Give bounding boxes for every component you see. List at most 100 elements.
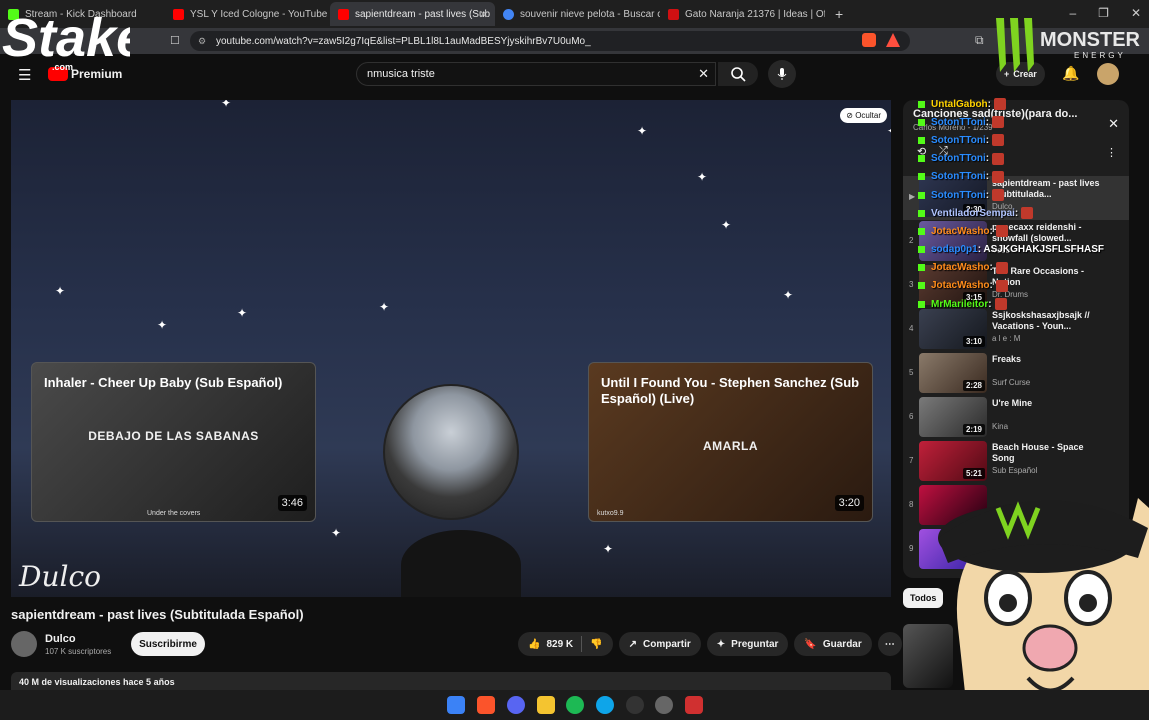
- chat-message: MrMarileitor:: [918, 295, 1118, 313]
- kick-badge-icon: [918, 173, 925, 181]
- description-box[interactable]: 40 M de visualizaciones hace 5 años: [11, 672, 891, 690]
- endcard-video-1[interactable]: Inhaler - Cheer Up Baby (Sub Español) DE…: [31, 362, 316, 522]
- windows-start-icon[interactable]: [447, 696, 465, 714]
- tab-label: Gato Naranja 21376 | Ideas | Oficial L: [685, 8, 825, 20]
- edge-icon[interactable]: [596, 696, 614, 714]
- subscribe-button[interactable]: Suscribirme: [131, 632, 205, 656]
- chat-username: UntalGaboh: [931, 98, 988, 110]
- chat-text: :: [987, 98, 992, 110]
- star-decoration: ✦: [721, 218, 732, 232]
- browser-tab-bar: Stream - Kick Dashboard YSL Y Iced Colog…: [0, 0, 1149, 28]
- emote-icon: [995, 279, 1008, 292]
- emote-icon: [1021, 207, 1034, 220]
- extensions-icon[interactable]: ⧉: [975, 33, 984, 48]
- obs-icon[interactable]: [626, 696, 644, 714]
- channel-info: Dulco 107 K suscriptores: [11, 631, 111, 657]
- channel-watermark[interactable]: Dulco: [19, 560, 101, 593]
- playlist-item-title: Beach House - Space Song: [992, 442, 1084, 463]
- like-button[interactable]: 👍 829 K 👎: [518, 632, 613, 656]
- playlist-item[interactable]: 5 2:28 Freaks Surf Curse: [903, 352, 1129, 396]
- chat-text: :: [985, 153, 990, 165]
- divider: [581, 636, 583, 652]
- kick-badge-icon: [918, 246, 925, 254]
- chat-message: JotacWasho:: [918, 259, 1118, 277]
- monster-energy-logo: MONSTER ENERGY: [996, 18, 1141, 72]
- chat-text: :: [989, 262, 993, 274]
- thumbs-down-icon[interactable]: 👎: [590, 639, 602, 650]
- chat-message: SotonTToni:: [918, 186, 1118, 204]
- tab-label: YSL Y Iced Cologne - YouTube: [190, 8, 328, 20]
- brave-shield-icon[interactable]: [862, 33, 876, 47]
- monster-logo-text: MONSTER: [1040, 29, 1141, 51]
- emote-icon: [992, 170, 1005, 183]
- kick-badge-icon: [918, 191, 925, 199]
- kick-badge-icon: [918, 227, 925, 235]
- kick-badge-icon: [918, 136, 925, 144]
- playlist-item[interactable]: 4 3:10 Ssjkoskshasaxjbsajk // Vacations …: [903, 308, 1129, 352]
- channel-name[interactable]: Dulco: [45, 633, 111, 645]
- stream-chat-overlay: UntalGaboh: SotonTToni: SotonTToni: Soto…: [918, 95, 1118, 313]
- file-explorer-icon[interactable]: [537, 696, 555, 714]
- spotify-icon[interactable]: [566, 696, 584, 714]
- tab-lego-ideas[interactable]: Gato Naranja 21376 | Ideas | Oficial L: [660, 2, 825, 26]
- tab-sapientdream[interactable]: sapientdream - past lives (Sub ✕: [330, 2, 495, 26]
- playlist-index: 6: [909, 412, 914, 421]
- share-label: Compartir: [642, 638, 691, 650]
- valorant-icon[interactable]: [685, 696, 703, 714]
- tab-label: souvenir nieve pelota - Buscar con G: [520, 8, 660, 20]
- chat-message: SotonTToni:: [918, 131, 1118, 149]
- search-input[interactable]: nmusica triste ✕: [356, 62, 716, 86]
- chat-message: SotonTToni:: [918, 113, 1118, 131]
- save-label: Guardar: [822, 638, 862, 650]
- tab-google-search[interactable]: souvenir nieve pelota - Buscar con G: [495, 2, 660, 26]
- hide-endscreen-button[interactable]: ⊘ Ocultar: [840, 108, 887, 123]
- view-count-date: 40 M de visualizaciones hace 5 años: [19, 677, 175, 687]
- chat-text: : ASJKGHAKJSFLSFHASF: [977, 244, 1104, 256]
- playlist-thumbnail: 2:19: [919, 397, 987, 437]
- ask-label: Preguntar: [731, 638, 779, 650]
- tab-ysl-youtube[interactable]: YSL Y Iced Cologne - YouTube: [165, 2, 330, 26]
- chat-message: SotonTToni:: [918, 150, 1118, 168]
- new-tab-icon[interactable]: +: [835, 6, 843, 22]
- youtube-favicon-icon: [338, 8, 349, 20]
- save-button[interactable]: 🔖 Guardar: [794, 632, 872, 656]
- clear-search-icon[interactable]: ✕: [698, 66, 709, 82]
- url-field[interactable]: ⚙ youtube.com/watch?v=zaw5I2g7IqE&list=P…: [190, 31, 910, 51]
- kick-badge-icon: [918, 300, 925, 308]
- playlist-item-title: U're Mine: [992, 398, 1033, 408]
- playlist-item[interactable]: 6 2:19 U're Mine Kina: [903, 396, 1129, 440]
- site-info-icon[interactable]: ⚙: [198, 36, 206, 47]
- discord-icon[interactable]: [507, 696, 525, 714]
- stake-logo-text: Stake: [2, 8, 130, 68]
- emote-icon: [995, 225, 1008, 238]
- chat-message: sodap0p1: ASJKGHAKJSFLSFHASF: [918, 241, 1118, 259]
- playlist-thumbnail: 5:21: [919, 441, 987, 481]
- playlist-duration: 2:19: [962, 424, 985, 435]
- emote-icon: [994, 298, 1007, 311]
- close-tab-icon[interactable]: ✕: [479, 8, 488, 21]
- windows-taskbar: [0, 690, 1149, 720]
- share-button[interactable]: ↗ Compartir: [618, 632, 701, 656]
- star-decoration: ✦: [887, 124, 891, 138]
- hide-label: Ocultar: [855, 111, 881, 120]
- emote-icon: [995, 261, 1008, 274]
- video-player[interactable]: ✦ ✦ ✦ ✦ ✦ ✦ ✦ ✦ ✦ ✦ ✦ ✦ ⊘ Ocultar Inhale…: [11, 100, 891, 597]
- voice-search-button[interactable]: [768, 60, 796, 88]
- channel-endcard-avatar[interactable]: [383, 384, 519, 520]
- endcard-video-2[interactable]: Until I Found You - Stephen Sanchez (Sub…: [588, 362, 873, 522]
- kick-badge-icon: [918, 118, 925, 126]
- ask-button[interactable]: ✦ Preguntar: [706, 632, 789, 656]
- playlist-item-artist: Sub Español: [992, 466, 1038, 475]
- stake-logo: Stake .com: [2, 8, 130, 72]
- steam-icon[interactable]: [655, 696, 673, 714]
- chat-text: :: [985, 134, 990, 146]
- chat-text: :: [985, 189, 990, 201]
- search-value: nmusica triste: [367, 68, 435, 80]
- star-decoration: ✦: [697, 170, 708, 184]
- more-actions-button[interactable]: ⋯: [877, 632, 902, 656]
- bookmark-icon[interactable]: ☐: [170, 34, 180, 47]
- search-button[interactable]: [718, 62, 758, 86]
- channel-avatar[interactable]: [11, 631, 37, 657]
- brave-browser-icon[interactable]: [477, 696, 495, 714]
- endcard-caption: Under the covers: [147, 510, 201, 517]
